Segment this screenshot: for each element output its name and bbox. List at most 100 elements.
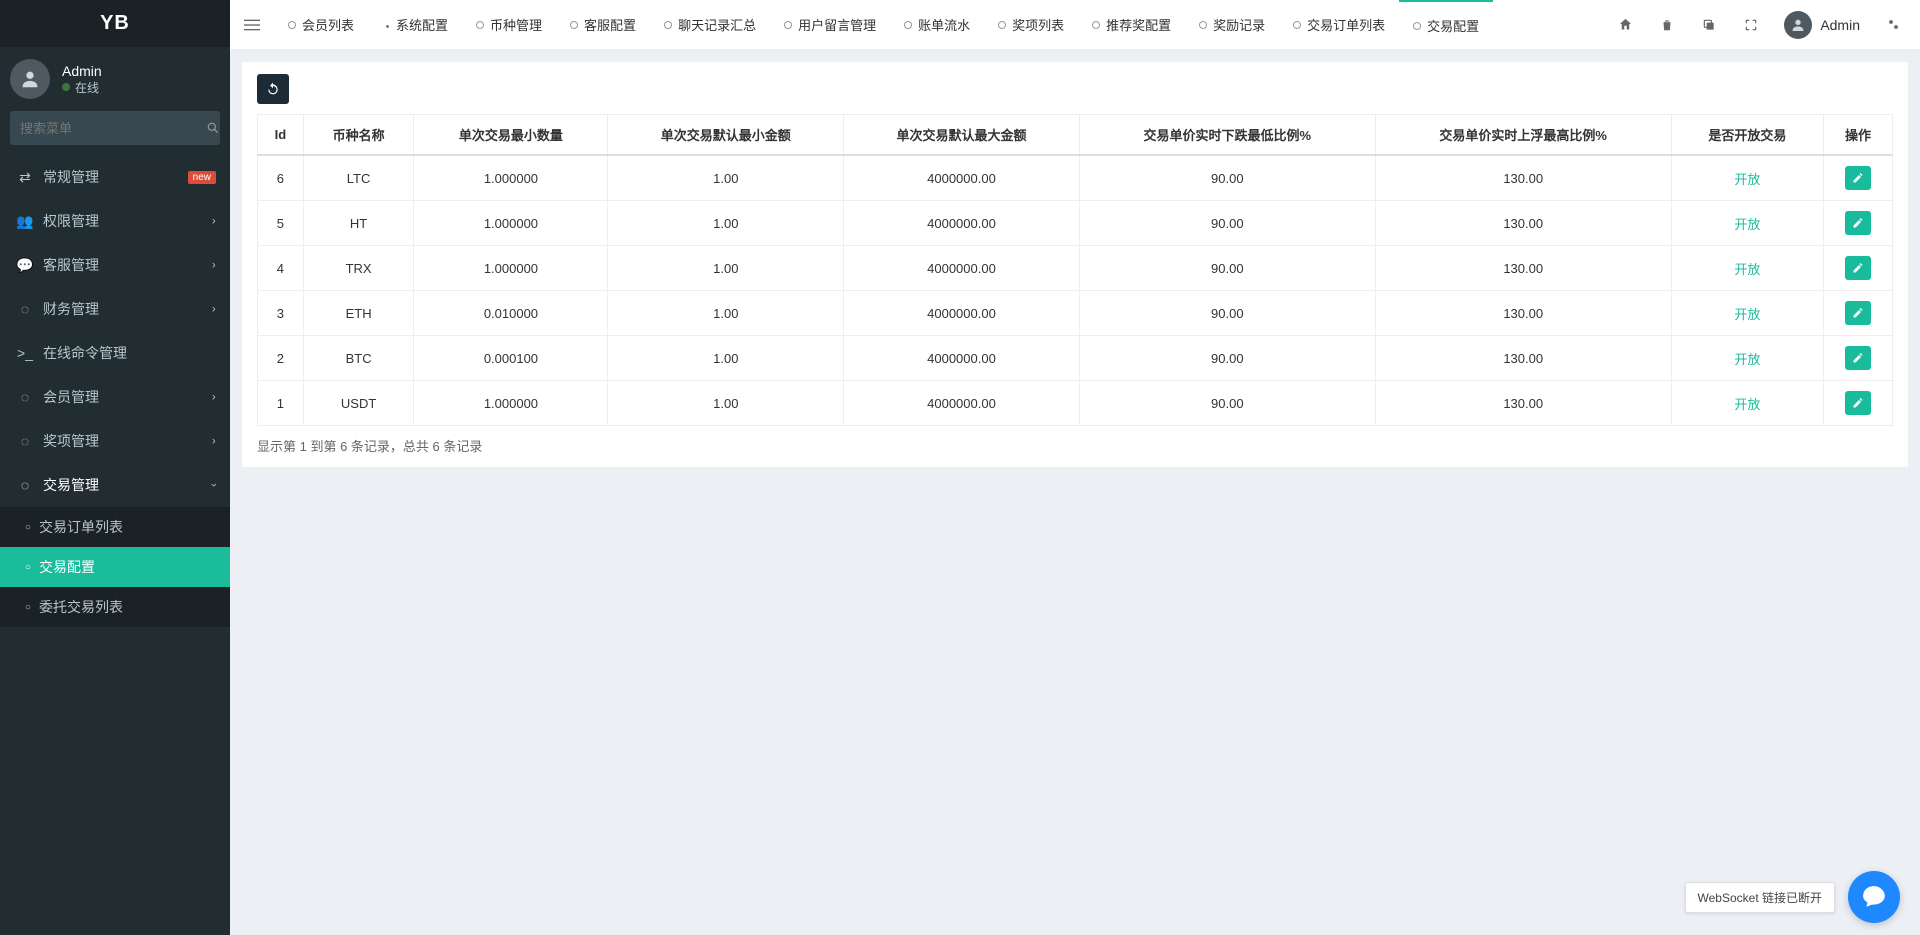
tab[interactable]: 奖项列表 bbox=[984, 0, 1078, 50]
edit-button[interactable] bbox=[1845, 301, 1871, 325]
cell: 0.010000 bbox=[414, 291, 608, 336]
sidebar-item[interactable]: >_ 在线命令管理 bbox=[0, 331, 230, 375]
tab[interactable]: 用户留言管理 bbox=[770, 0, 890, 50]
top-user-name: Admin bbox=[1820, 17, 1860, 33]
user-status: 在线 bbox=[62, 79, 102, 96]
chevron-icon: ‹ bbox=[212, 303, 216, 315]
column-header[interactable]: 是否开放交易 bbox=[1671, 115, 1823, 156]
chat-fab[interactable] bbox=[1848, 871, 1900, 923]
search-icon[interactable] bbox=[206, 121, 220, 135]
fullscreen-icon[interactable] bbox=[1734, 8, 1768, 42]
refresh-button[interactable] bbox=[257, 74, 289, 104]
tab[interactable]: 系统配置 bbox=[368, 0, 462, 50]
tab[interactable]: 奖励记录 bbox=[1185, 0, 1279, 50]
column-header[interactable]: 交易单价实时上浮最高比例% bbox=[1375, 115, 1671, 156]
menu-icon: >_ bbox=[15, 345, 35, 361]
search-box bbox=[10, 111, 220, 145]
column-header[interactable]: 币种名称 bbox=[303, 115, 414, 156]
trash-icon[interactable] bbox=[1650, 8, 1684, 42]
column-header[interactable]: 操作 bbox=[1823, 115, 1892, 156]
cell: ETH bbox=[303, 291, 414, 336]
cell: 1.000000 bbox=[414, 155, 608, 201]
cell: 2 bbox=[258, 336, 304, 381]
tab[interactable]: 会员列表 bbox=[274, 0, 368, 50]
cell: BTC bbox=[303, 336, 414, 381]
side-menu: ⇄常规管理new👥权限管理‹💬客服管理‹◌财务管理‹>_在线命令管理◌会员管理‹… bbox=[0, 155, 230, 627]
cell: 130.00 bbox=[1375, 336, 1671, 381]
column-header[interactable]: 单次交易最小数量 bbox=[414, 115, 608, 156]
edit-button[interactable] bbox=[1845, 211, 1871, 235]
edit-button[interactable] bbox=[1845, 256, 1871, 280]
sidebar-toggle[interactable] bbox=[230, 0, 274, 50]
copy-icon[interactable] bbox=[1692, 8, 1726, 42]
open-status: 开放 bbox=[1734, 262, 1760, 277]
gears-icon[interactable] bbox=[1876, 8, 1910, 42]
avatar-icon bbox=[1784, 11, 1812, 39]
sidebar-item-label: 客服管理 bbox=[43, 255, 99, 275]
column-header[interactable]: 交易单价实时下跌最低比例% bbox=[1079, 115, 1375, 156]
cell: 4000000.00 bbox=[844, 246, 1080, 291]
sidebar-item[interactable]: ◌会员管理‹ bbox=[0, 375, 230, 419]
brand[interactable]: YB bbox=[0, 0, 230, 47]
tab-label: 账单流水 bbox=[918, 15, 970, 34]
sidebar-sub-item[interactable]: ○交易订单列表 bbox=[0, 507, 230, 547]
open-status: 开放 bbox=[1734, 352, 1760, 367]
home-icon[interactable] bbox=[1608, 8, 1642, 42]
top-user[interactable]: Admin bbox=[1776, 11, 1868, 39]
sidebar-item-label: 权限管理 bbox=[43, 211, 99, 231]
chevron-icon: ‹ bbox=[212, 215, 216, 227]
table-row: 4TRX1.0000001.004000000.0090.00130.00开放 bbox=[258, 246, 1893, 291]
chevron-icon: ‹ bbox=[212, 391, 216, 403]
open-cell: 开放 bbox=[1671, 246, 1823, 291]
tab[interactable]: 账单流水 bbox=[890, 0, 984, 50]
status-dot-icon bbox=[62, 83, 70, 91]
sidebar: YB Admin 在线 ⇄常规管理new👥权限管理‹💬客服管理‹◌财务管理‹ bbox=[0, 0, 230, 935]
tab[interactable]: 交易配置 bbox=[1399, 0, 1493, 50]
action-cell bbox=[1823, 155, 1892, 201]
table-info: 显示第 1 到第 6 条记录，总共 6 条记录 bbox=[257, 436, 1893, 455]
top-nav: 会员列表 系统配置币种管理客服配置聊天记录汇总用户留言管理 账单流水奖项列表推荐奖配… bbox=[230, 0, 1920, 50]
sidebar-item[interactable]: ◌交易管理‹ bbox=[0, 463, 230, 507]
edit-button[interactable] bbox=[1845, 346, 1871, 370]
cell: 4000000.00 bbox=[844, 381, 1080, 426]
tab[interactable]: 币种管理 bbox=[462, 0, 556, 50]
sidebar-sub-item[interactable]: ○委托交易列表 bbox=[0, 587, 230, 627]
cell: 90.00 bbox=[1079, 336, 1375, 381]
tab[interactable]: 交易订单列表 bbox=[1279, 0, 1399, 50]
cell: 4 bbox=[258, 246, 304, 291]
column-header[interactable]: 单次交易默认最小金额 bbox=[608, 115, 844, 156]
column-header[interactable]: Id bbox=[258, 115, 304, 156]
search-input[interactable] bbox=[10, 121, 206, 136]
sidebar-item[interactable]: ◌奖项管理‹ bbox=[0, 419, 230, 463]
open-status: 开放 bbox=[1734, 172, 1760, 187]
cell: 6 bbox=[258, 155, 304, 201]
user-name: Admin bbox=[62, 63, 102, 79]
sidebar-item[interactable]: 💬客服管理‹ bbox=[0, 243, 230, 287]
sidebar-item-label: 在线命令管理 bbox=[43, 343, 127, 363]
tab[interactable]: 聊天记录汇总 bbox=[650, 0, 770, 50]
sidebar-item[interactable]: 👥权限管理‹ bbox=[0, 199, 230, 243]
tab[interactable]: 客服配置 bbox=[556, 0, 650, 50]
tab[interactable]: 推荐奖配置 bbox=[1078, 0, 1185, 50]
circle-icon bbox=[288, 21, 296, 29]
tab-bar: 会员列表 系统配置币种管理客服配置聊天记录汇总用户留言管理 账单流水奖项列表推荐奖配… bbox=[274, 0, 1598, 50]
edit-button[interactable] bbox=[1845, 166, 1871, 190]
sidebar-item[interactable]: ⇄常规管理new bbox=[0, 155, 230, 199]
data-table: Id币种名称单次交易最小数量单次交易默认最小金额单次交易默认最大金额交易单价实时… bbox=[257, 114, 1893, 426]
sidebar-sub-item[interactable]: ○交易配置 bbox=[0, 547, 230, 587]
edit-button[interactable] bbox=[1845, 391, 1871, 415]
circle-icon bbox=[1413, 22, 1421, 30]
cell: 3 bbox=[258, 291, 304, 336]
cell: 1.00 bbox=[608, 336, 844, 381]
cell: 1.000000 bbox=[414, 381, 608, 426]
menu-icon: ◌ bbox=[15, 389, 35, 405]
action-cell bbox=[1823, 201, 1892, 246]
sidebar-item[interactable]: ◌财务管理‹ bbox=[0, 287, 230, 331]
cell: 1.00 bbox=[608, 155, 844, 201]
sidebar-item-label: 交易管理 bbox=[43, 475, 99, 495]
open-status: 开放 bbox=[1734, 397, 1760, 412]
circle-icon bbox=[664, 21, 672, 29]
column-header[interactable]: 单次交易默认最大金额 bbox=[844, 115, 1080, 156]
chevron-icon: ‹ bbox=[212, 259, 216, 271]
tab-label: 系统配置 bbox=[396, 15, 448, 34]
